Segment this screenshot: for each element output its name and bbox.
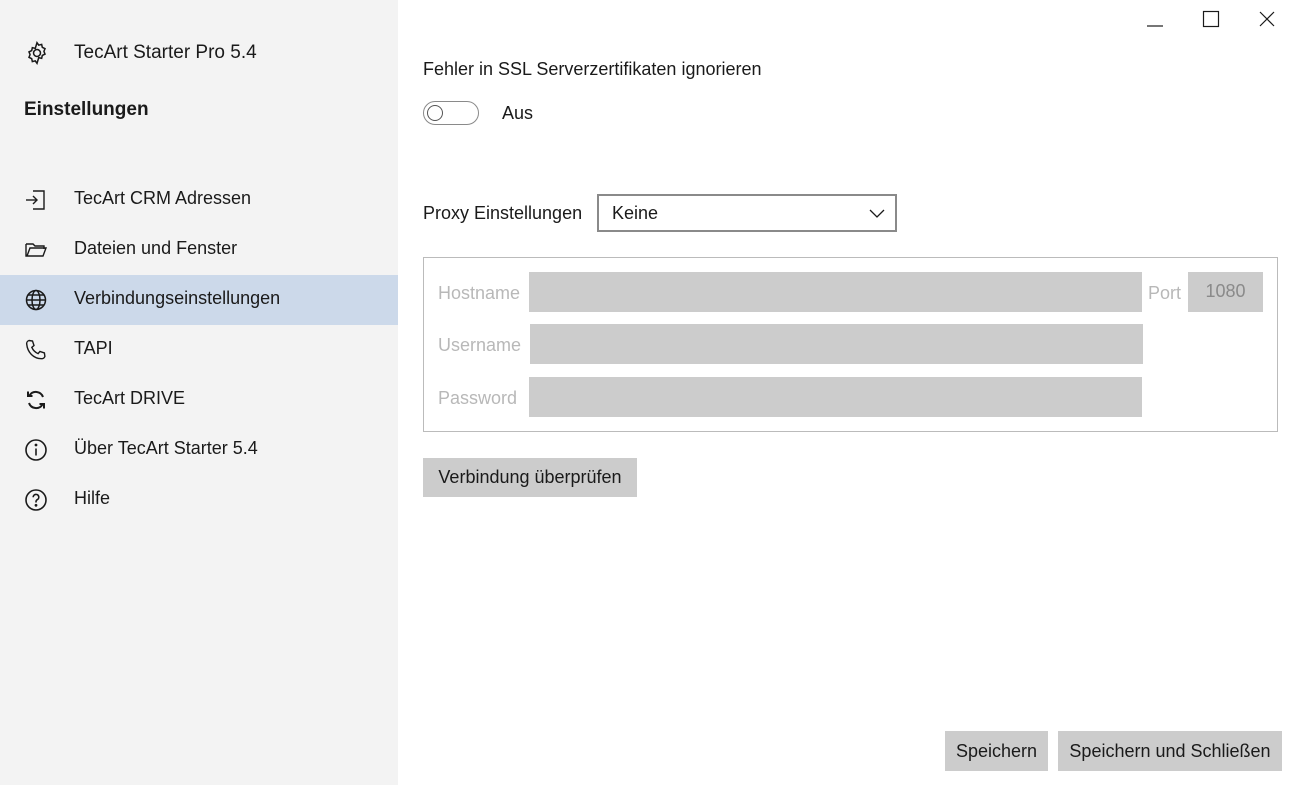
sidebar-item-label: TAPI [74,338,113,358]
folder-icon [25,243,48,257]
section-title: Einstellungen [24,99,149,120]
sidebar-item-label: Hilfe [74,488,111,508]
proxy-settings-group: Hostname Port 1080 Username Password [423,257,1278,432]
port-input[interactable]: 1080 [1188,272,1263,312]
sidebar-item-tecart-drive[interactable]: TecArt DRIVE [0,375,398,425]
username-input[interactable] [530,324,1143,364]
ssl-ignore-toggle[interactable] [423,101,479,125]
proxy-select-value: Keine [612,203,659,223]
port-value: 1080 [1205,281,1246,301]
check-connection-button[interactable]: Verbindung überprüfen [423,458,637,497]
proxy-label: Proxy Einstellungen [423,203,583,223]
close-button[interactable] [1239,0,1295,40]
sidebar-item-ueber[interactable]: Über TecArt Starter 5.4 [0,425,398,475]
close-icon [1259,11,1275,27]
phone-icon [25,339,46,360]
sidebar: TecArt Starter Pro 5.4 Einstellungen Tec… [0,0,398,785]
sidebar-item-label: Dateien und Fenster [74,238,238,258]
hostname-label: Hostname [438,283,521,303]
sign-in-icon [26,190,45,210]
password-label: Password [438,388,518,408]
minimize-icon [1147,25,1163,27]
sidebar-item-label: TecArt DRIVE [74,388,186,408]
username-label: Username [438,335,522,355]
maximize-button[interactable] [1183,0,1239,40]
sidebar-item-label: TecArt CRM Adressen [74,188,252,208]
sidebar-nav: TecArt CRM Adressen Dateien und Fenster … [0,175,398,525]
ssl-ignore-label: Fehler in SSL Serverzertifikaten ignorie… [423,59,762,79]
sync-icon [27,390,45,410]
globe-icon [25,289,47,311]
sidebar-item-crm-adressen[interactable]: TecArt CRM Adressen [0,175,398,225]
sidebar-item-tapi[interactable]: TAPI [0,325,398,375]
save-button[interactable]: Speichern [945,731,1048,771]
ssl-toggle-state: Aus [502,103,534,123]
maximize-icon [1202,10,1220,28]
sidebar-item-label: Über TecArt Starter 5.4 [74,438,258,458]
app-title: TecArt Starter Pro 5.4 [74,42,257,63]
sidebar-item-label: Verbindungseinstellungen [74,288,281,308]
help-icon [25,489,47,511]
port-label: Port [1148,283,1182,303]
toggle-knob [427,105,443,121]
minimize-button[interactable] [1127,0,1183,40]
window-controls [1127,0,1295,40]
gear-icon [28,41,46,65]
info-icon [25,439,47,461]
password-input[interactable] [529,377,1142,417]
chevron-down-icon [869,209,885,218]
hostname-input[interactable] [529,272,1142,312]
sidebar-item-verbindungseinstellungen[interactable]: Verbindungseinstellungen [0,275,398,325]
proxy-select[interactable]: Keine [597,194,897,232]
save-and-close-button[interactable]: Speichern und Schließen [1058,731,1282,771]
sidebar-item-hilfe[interactable]: Hilfe [0,475,398,525]
app-header: TecArt Starter Pro 5.4 [24,38,257,68]
sidebar-item-dateien-fenster[interactable]: Dateien und Fenster [0,225,398,275]
